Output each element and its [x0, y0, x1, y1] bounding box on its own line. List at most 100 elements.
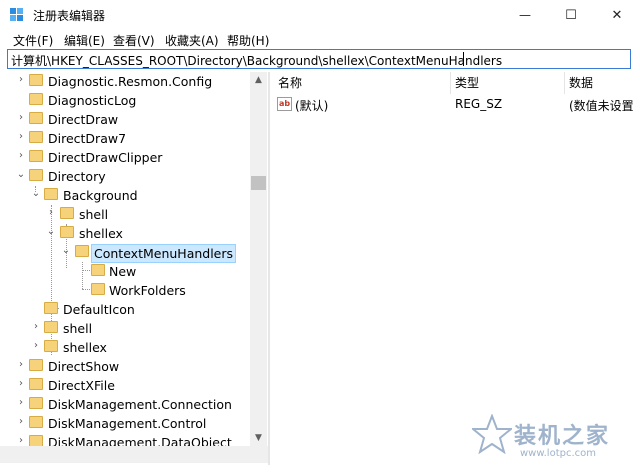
folder-icon	[44, 340, 58, 352]
value-row-default[interactable]: ab (默认) REG_SZ (数值未设置	[270, 95, 640, 115]
tree-item-label: Diagnostic.Resmon.Config	[48, 74, 213, 89]
chevron-right-icon[interactable]: ›	[16, 359, 26, 371]
menu-edit[interactable]: 编辑(E)	[64, 32, 105, 49]
tree-item-directdraw7[interactable]: › DirectDraw7	[0, 129, 250, 148]
close-button[interactable]: ✕	[594, 0, 640, 30]
folder-icon	[29, 378, 43, 390]
watermark-url: www.lotpc.com	[520, 448, 596, 459]
column-header-name[interactable]: 名称	[278, 74, 302, 91]
chevron-right-icon[interactable]: ›	[46, 207, 56, 219]
tree-item-diskmanagement-connection[interactable]: › DiskManagement.Connection	[0, 395, 250, 414]
tree-item-label: DirectDraw	[48, 112, 119, 127]
tree-item-directory[interactable]: ⌄ Directory	[0, 167, 250, 186]
column-divider[interactable]	[450, 72, 451, 94]
tree-item-shellex[interactable]: ⌄ shellex	[0, 224, 250, 243]
folder-icon	[29, 74, 43, 86]
column-header-data[interactable]: 数据	[569, 74, 593, 91]
chevron-right-icon[interactable]: ›	[16, 131, 26, 143]
menu-file[interactable]: 文件(F)	[13, 32, 53, 49]
tree-item-diagnostic-resmon-config[interactable]: › Diagnostic.Resmon.Config	[0, 72, 250, 91]
tree-item-directxfile[interactable]: › DirectXFile	[0, 376, 250, 395]
value-type: REG_SZ	[455, 97, 503, 111]
scroll-down-icon[interactable]: ▼	[250, 430, 267, 446]
folder-icon	[60, 207, 74, 219]
folder-open-icon	[75, 245, 89, 257]
tree-item-label: Background	[63, 188, 138, 203]
tree-item-shell[interactable]: › shell	[0, 319, 250, 338]
chevron-down-icon[interactable]: ⌄	[16, 169, 26, 181]
key-tree-pane: › Diagnostic.Resmon.Config DiagnosticLog…	[0, 72, 268, 465]
tree-item-label: DefaultIcon	[63, 302, 135, 317]
scroll-thumb[interactable]	[251, 176, 266, 190]
chevron-right-icon[interactable]: ›	[16, 112, 26, 124]
tree-item-label: DirectDraw7	[48, 131, 127, 146]
menu-bar: 文件(F) 编辑(E) 查看(V) 收藏夹(A) 帮助(H)	[0, 30, 640, 50]
tree-item-label: shellex	[79, 226, 123, 241]
tree-item-diskmanagement-control[interactable]: › DiskManagement.Control	[0, 414, 250, 433]
string-value-icon: ab	[277, 97, 292, 111]
chevron-down-icon[interactable]: ⌄	[61, 245, 71, 257]
chevron-down-icon[interactable]: ⌄	[46, 226, 56, 238]
chevron-right-icon[interactable]: ›	[16, 150, 26, 162]
tree-item-directdrawclipper[interactable]: › DirectDrawClipper	[0, 148, 250, 167]
folder-icon	[29, 416, 43, 428]
tree-item-workfolders[interactable]: WorkFolders	[0, 281, 250, 300]
tree-item-label: DiskManagement.Connection	[48, 397, 232, 412]
scroll-up-icon[interactable]: ▲	[250, 72, 267, 88]
menu-favorites[interactable]: 收藏夹(A)	[165, 32, 219, 49]
close-icon: ✕	[611, 7, 623, 23]
chevron-right-icon[interactable]: ›	[16, 416, 26, 428]
folder-icon	[29, 131, 43, 143]
registry-editor-window: 注册表编辑器 — ☐ ✕ 文件(F) 编辑(E) 查看(V) 收藏夹(A) 帮助…	[0, 0, 640, 474]
folder-open-icon	[60, 226, 74, 238]
address-path: 计算机\HKEY_CLASSES_ROOT\Directory\Backgrou…	[11, 54, 503, 68]
value-data: (数值未设置	[569, 99, 634, 113]
registry-app-icon	[10, 8, 23, 21]
menu-help[interactable]: 帮助(H)	[227, 32, 269, 49]
maximize-icon: ☐	[565, 7, 577, 23]
column-header-type[interactable]: 类型	[455, 74, 479, 91]
tree-item-defaulticon[interactable]: DefaultIcon	[0, 300, 250, 319]
tree-vertical-scrollbar[interactable]: ▲ ▼	[250, 72, 267, 446]
value-name: (默认)	[295, 99, 329, 113]
folder-icon	[44, 302, 58, 314]
tree-item-label: DiskManagement.Control	[48, 416, 207, 431]
chevron-right-icon[interactable]: ›	[16, 378, 26, 390]
title-bar[interactable]: 注册表编辑器 — ☐ ✕	[0, 0, 640, 30]
menu-view[interactable]: 查看(V)	[113, 32, 155, 49]
tree-item-label: WorkFolders	[109, 283, 186, 298]
chevron-right-icon[interactable]: ›	[31, 321, 41, 333]
maximize-button[interactable]: ☐	[548, 0, 594, 30]
values-pane: 名称 类型 数据 ab (默认) REG_SZ (数值未设置	[270, 72, 640, 465]
folder-icon	[29, 397, 43, 409]
tree-item-label: shell	[63, 321, 93, 336]
folder-icon	[29, 112, 43, 124]
chevron-right-icon[interactable]: ›	[16, 74, 26, 86]
folder-icon	[29, 150, 43, 162]
tree-horizontal-scrollbar[interactable]	[0, 446, 268, 463]
column-divider[interactable]	[564, 72, 565, 94]
address-bar[interactable]: 计算机\HKEY_CLASSES_ROOT\Directory\Backgrou…	[7, 49, 631, 69]
tree-item-directdraw[interactable]: › DirectDraw	[0, 110, 250, 129]
folder-icon	[91, 264, 105, 276]
tree-item-shell[interactable]: › shell	[0, 205, 250, 224]
tree-item-label: shellex	[63, 340, 107, 355]
chevron-right-icon[interactable]: ›	[31, 340, 41, 352]
tree-item-background[interactable]: ⌄ Background	[0, 186, 250, 205]
tree-item-contextmenuhandlers[interactable]: ⌄ ContextMenuHandlers	[0, 243, 250, 263]
folder-icon	[91, 283, 105, 295]
chevron-down-icon[interactable]: ⌄	[31, 188, 41, 200]
tree-item-diagnosticlog[interactable]: DiagnosticLog	[0, 91, 250, 110]
tree-item-label: New	[109, 264, 137, 279]
watermark: 装机之家 www.lotpc.com	[470, 410, 635, 470]
tree-item-label: Directory	[48, 169, 106, 184]
minimize-button[interactable]: —	[502, 0, 548, 30]
folder-icon	[29, 359, 43, 371]
tree-item-label: DirectXFile	[48, 378, 115, 393]
chevron-right-icon[interactable]: ›	[16, 397, 26, 409]
tree-item-directshow[interactable]: › DirectShow	[0, 357, 250, 376]
window-title: 注册表编辑器	[33, 9, 106, 23]
tree-item-label: ContextMenuHandlers	[91, 244, 237, 263]
tree-item-new[interactable]: New	[0, 262, 250, 281]
tree-item-shellex[interactable]: › shellex	[0, 338, 250, 357]
